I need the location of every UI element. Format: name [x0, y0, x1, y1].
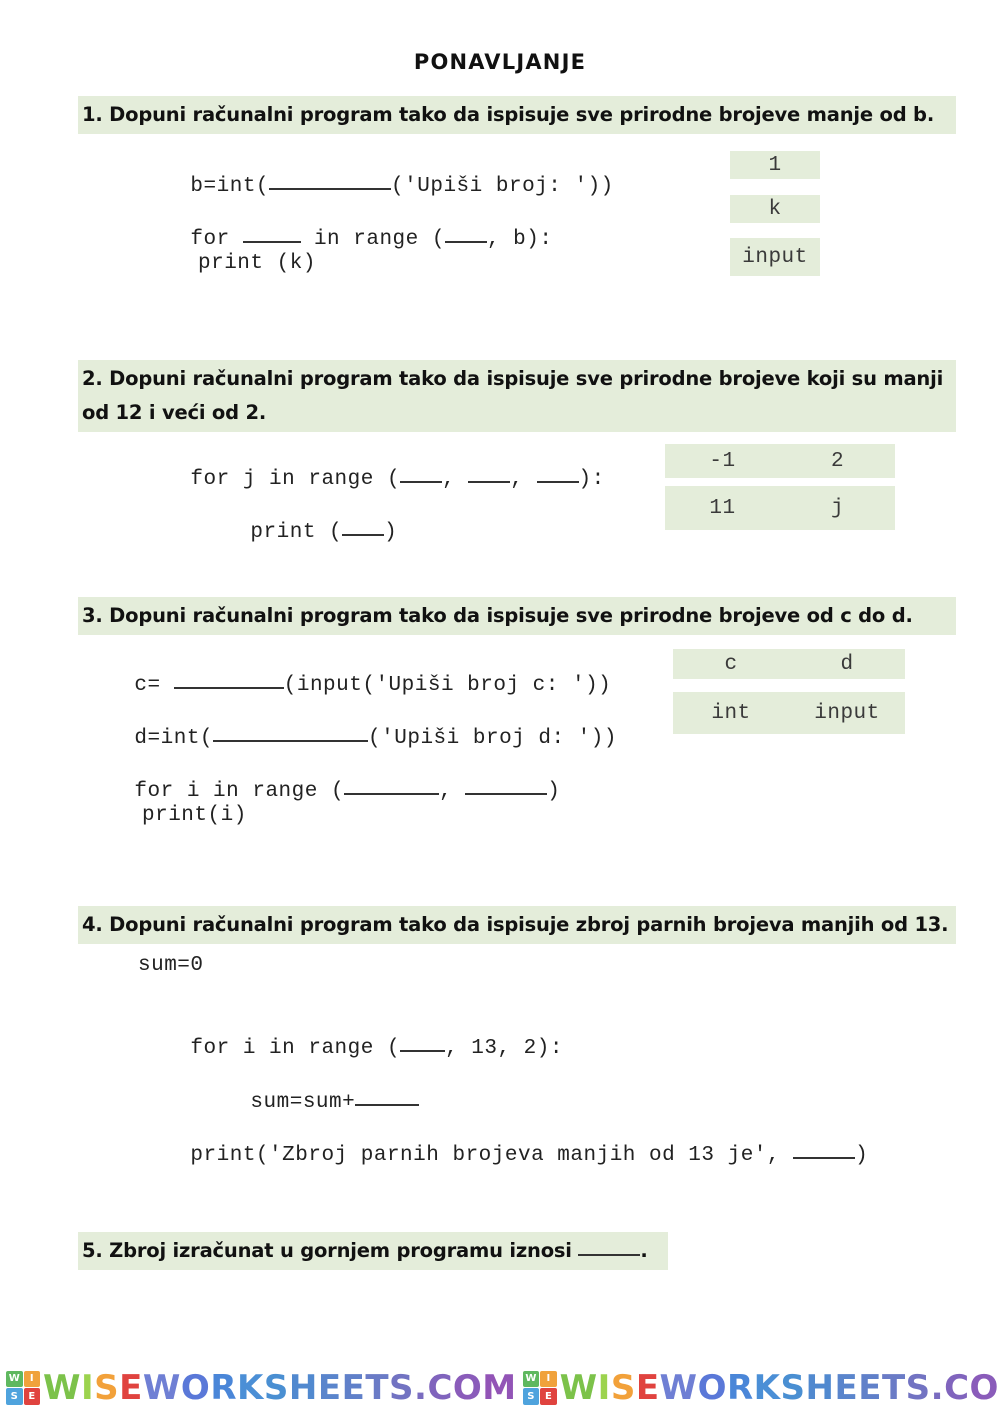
q3-answer-row-2[interactable]: int input: [673, 692, 905, 734]
q2-code-line-2: print (): [198, 491, 397, 572]
q2-answer-cell-1[interactable]: -1: [665, 450, 780, 473]
q3-code-text-4: ('Upiši broj d: ')): [368, 727, 617, 750]
page-title: PONAVLJANJE: [413, 50, 587, 74]
q2-code-text-3: print (: [250, 521, 343, 544]
q5-blank-answer[interactable]: [578, 1237, 641, 1256]
q3-answer-cell-2[interactable]: d: [789, 653, 905, 676]
q2-code-text: for j in range (: [190, 468, 401, 491]
q3-blank-int[interactable]: [173, 670, 284, 689]
q2-answer-row-2[interactable]: 11 j: [665, 486, 895, 530]
watermark-right: W I S E WISEWORKSHEETS.COM: [522, 1367, 1000, 1408]
q3-code-text-2: (input('Upiši broj c: ')): [283, 674, 612, 697]
q4-blank-accumulate[interactable]: [355, 1087, 420, 1106]
q1-blank-input[interactable]: [269, 171, 392, 190]
watermark-left: W I S E WISEWORKSHEETS.COM: [6, 1368, 517, 1408]
q5-heading-text-post: .: [640, 1239, 648, 1262]
q1-code-text-2: ('Upiši broj: ')): [391, 175, 614, 198]
q1-answer-chip-3[interactable]: input: [730, 238, 820, 276]
q1-code-text-3: for: [190, 228, 243, 251]
q2-answer-cell-4[interactable]: j: [780, 497, 895, 520]
question-4-heading: 4. Dopuni računalni program tako da ispi…: [78, 906, 956, 944]
worksheet-page: PONAVLJANJE 1. Dopuni računalni program …: [0, 0, 1000, 1413]
q2-code-text-2: ):: [578, 468, 605, 491]
q3-blank-range-stop[interactable]: [465, 776, 548, 795]
q3-code-line-4: print(i): [142, 804, 247, 827]
question-1-heading: 1. Dopuni računalni program tako da ispi…: [78, 96, 956, 134]
logo-letter-s-2: S: [522, 1388, 540, 1405]
q4-blank-sum[interactable]: [793, 1140, 856, 1159]
q4-code-text: for i in range (: [190, 1037, 401, 1060]
q4-code-text-2: , 13, 2):: [445, 1037, 563, 1060]
q3-blank-input[interactable]: [213, 723, 369, 742]
q1-code-text-5: , b):: [486, 228, 553, 251]
q3-code-text-3: d=int(: [134, 727, 214, 750]
q3-answer-cell-3[interactable]: int: [673, 702, 789, 725]
watermark-text-right: WISEWORKSHEETS.COM: [559, 1367, 1000, 1408]
q4-code-text-4: print('Zbroj parnih brojeva manjih od 13…: [190, 1144, 794, 1167]
question-5-heading: 5. Zbroj izračunat u gornjem programu iz…: [78, 1232, 668, 1270]
q2-answer-cell-2[interactable]: 2: [780, 450, 895, 473]
q2-blank-stop[interactable]: [468, 464, 511, 483]
q3-answer-row-1[interactable]: c d: [673, 649, 905, 679]
q4-code-text-5: ): [855, 1144, 869, 1167]
logo-letter-w: W: [6, 1370, 23, 1387]
q4-code-line-4: print('Zbroj parnih brojeva manjih od 13…: [138, 1114, 868, 1195]
q3-code-text-6: ): [547, 780, 561, 803]
q2-blank-start[interactable]: [400, 464, 443, 483]
q2-code-text-4: ): [384, 521, 398, 544]
q3-blank-range-start[interactable]: [344, 776, 440, 795]
q1-code-text: b=int(: [190, 175, 270, 198]
q1-blank-var[interactable]: [242, 224, 301, 243]
q3-code-text: c=: [134, 674, 174, 697]
q1-answer-chip-2[interactable]: k: [730, 195, 820, 223]
logo-letter-e: E: [23, 1388, 40, 1405]
logo-letter-s: S: [6, 1388, 23, 1405]
q5-heading-text: 5. Zbroj izračunat u gornjem programu iz…: [82, 1239, 579, 1262]
q1-answer-chip-1[interactable]: 1: [730, 151, 820, 179]
q3-answer-cell-1[interactable]: c: [673, 653, 789, 676]
footer-watermarks: W I S E WISEWORKSHEETS.COM W I S E WISEW…: [0, 1362, 1000, 1413]
question-3-heading: 3. Dopuni računalni program tako da ispi…: [78, 597, 956, 635]
wiseworksheets-logo-icon: W I S E: [6, 1370, 40, 1405]
q2-code-sep-2: ,: [510, 468, 537, 491]
q4-code-text-3: sum=sum+: [250, 1091, 356, 1114]
logo-letter-w-2: W: [522, 1370, 540, 1387]
q2-answer-cell-3[interactable]: 11: [665, 497, 780, 520]
logo-letter-e-2: E: [540, 1388, 557, 1405]
logo-letter-i-2: I: [540, 1370, 557, 1387]
logo-letter-i: I: [23, 1370, 40, 1387]
q2-blank-print[interactable]: [342, 517, 385, 536]
q4-blank-range-start[interactable]: [400, 1033, 446, 1052]
wiseworksheets-logo-icon-2: W I S E: [522, 1370, 557, 1405]
q3-code-sep: ,: [439, 780, 466, 803]
q4-code-line-1: sum=0: [138, 954, 204, 977]
q1-code-line-3: print (k): [198, 252, 316, 275]
q2-answer-row-1[interactable]: -1 2: [665, 444, 895, 478]
watermark-text-left: WISEWORKSHEETS.COM: [43, 1367, 517, 1408]
q2-code-sep-1: ,: [442, 468, 469, 491]
q3-code-text-5: for i in range (: [134, 780, 345, 803]
q2-blank-step[interactable]: [536, 464, 579, 483]
q3-answer-cell-4[interactable]: input: [789, 702, 905, 725]
question-2-heading: 2. Dopuni računalni program tako da ispi…: [78, 360, 956, 432]
q1-blank-start[interactable]: [444, 224, 487, 243]
q1-code-text-4: in range (: [300, 228, 445, 251]
